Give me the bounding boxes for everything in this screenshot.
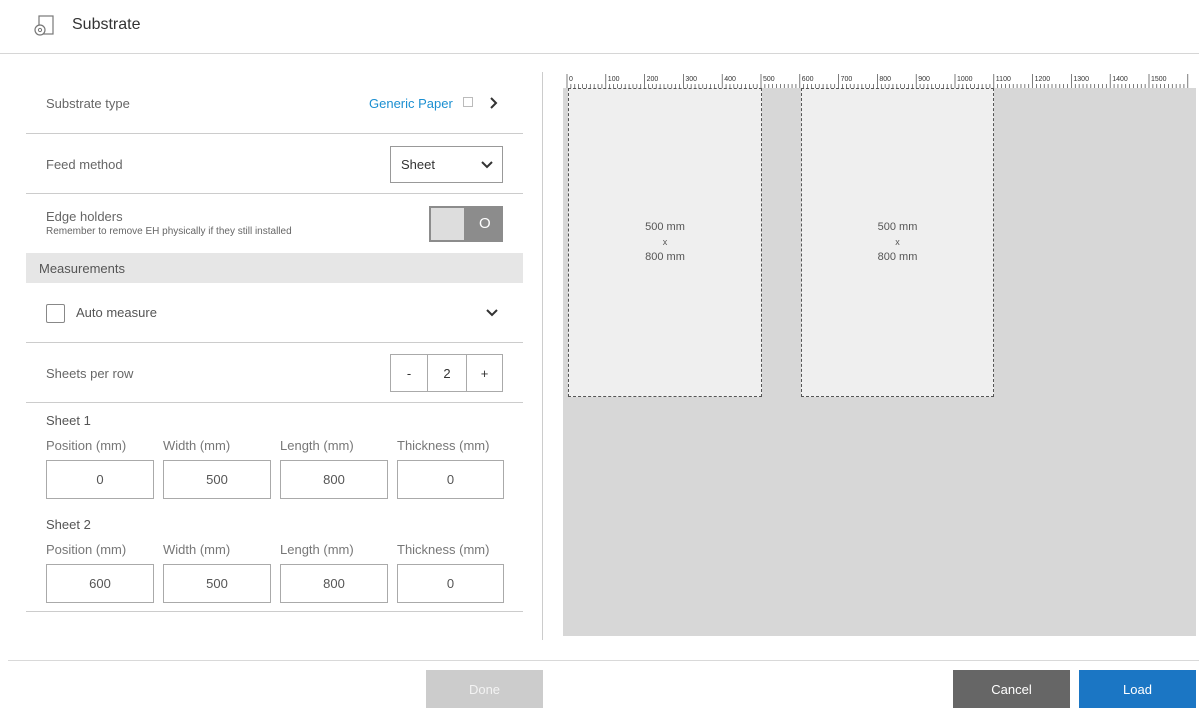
footer-divider	[8, 660, 1199, 661]
decrement-button[interactable]: -	[390, 354, 428, 392]
divider	[26, 611, 523, 612]
column-thickness-label: Thickness (mm)	[397, 438, 490, 453]
auto-measure-checkbox[interactable]	[46, 304, 65, 323]
sheet-2-position-input[interactable]: 600	[46, 564, 154, 603]
ruler-label: 700	[841, 76, 853, 83]
sheet-1-preview: 500 mm x 800 mm	[568, 88, 762, 397]
ruler: 0 100 200 300 400 500 600 700 800 900 1000 1100 1200…	[563, 72, 1196, 88]
ruler-label: 200	[647, 76, 659, 83]
ruler-label: 1200	[1035, 76, 1051, 83]
sheet-1-thickness-input[interactable]: 0	[397, 460, 504, 499]
measurements-section: Measurements	[26, 253, 523, 283]
feed-method-value: Sheet	[401, 157, 435, 172]
column-position-label: Position (mm)	[46, 542, 127, 557]
sheet-1-size-text: 500 mm x 800 mm	[569, 220, 761, 265]
column-position-label: Position (mm)	[46, 438, 127, 453]
measurements-label: Measurements	[39, 261, 125, 276]
sheet-1-length-text: 800 mm	[645, 251, 685, 263]
edge-holders-toggle[interactable]: O	[429, 206, 503, 242]
column-width-label: Width (mm)	[163, 438, 231, 453]
feed-method-select[interactable]: Sheet	[390, 146, 503, 183]
page-title: Substrate	[72, 16, 141, 33]
sheet-2-length-input[interactable]: 800	[280, 564, 388, 603]
ruler-label: 1300	[1073, 76, 1089, 83]
sheet-2-width-text: 500 mm	[877, 221, 918, 233]
column-length-label: Length (mm)	[280, 542, 354, 557]
substrate-type-link[interactable]: Generic Paper	[369, 96, 453, 111]
feed-method-label: Feed method	[46, 157, 123, 172]
sheet-2-title: Sheet 2	[46, 517, 91, 532]
done-button[interactable]: Done	[426, 670, 543, 708]
sheet-2-thickness-input[interactable]: 0	[397, 564, 504, 603]
substrate-type-label: Substrate type	[46, 96, 130, 111]
column-thickness-label: Thickness (mm)	[397, 542, 490, 557]
ruler-label: 400	[724, 76, 736, 83]
header: Substrate	[0, 0, 1199, 54]
increment-button[interactable]: +	[466, 354, 503, 392]
load-button[interactable]: Load	[1079, 670, 1196, 708]
sheet-2-preview: 500 mm x 800 mm	[801, 88, 994, 397]
auto-measure-label: Auto measure	[76, 305, 157, 320]
toggle-knob	[431, 208, 464, 240]
column-width-label: Width (mm)	[163, 542, 231, 557]
sheet-1-length-input[interactable]: 800	[280, 460, 388, 499]
ruler-label: 1400	[1112, 76, 1128, 83]
divider	[26, 402, 523, 403]
sheet-1-width-input[interactable]: 500	[163, 460, 271, 499]
edge-holders-label: Edge holders	[46, 209, 123, 224]
divider	[26, 342, 523, 343]
ruler-label: 300	[685, 76, 697, 83]
ruler-label: 1500	[1151, 76, 1167, 83]
sheet-1-times: x	[662, 237, 668, 247]
ruler-label: 800	[879, 76, 891, 83]
sheet-2-width-input[interactable]: 500	[163, 564, 271, 603]
sheet-2-times: x	[895, 237, 900, 247]
chevron-right-icon[interactable]	[489, 97, 499, 109]
sheet-2-size-text: 500 mm x 800 mm	[802, 220, 993, 265]
ruler-label: 1100	[996, 76, 1011, 83]
substrate-info-icon[interactable]	[463, 97, 473, 107]
chevron-down-icon	[481, 161, 493, 169]
divider	[26, 193, 523, 194]
ruler-label: 1000	[957, 76, 973, 83]
ruler-label: 500	[763, 76, 775, 83]
sheet-1-title: Sheet 1	[46, 413, 91, 428]
substrate-icon	[34, 15, 54, 36]
ruler-label: 600	[802, 76, 814, 83]
edge-holders-hint: Remember to remove EH physically if they…	[46, 226, 292, 237]
cancel-button[interactable]: Cancel	[953, 670, 1070, 708]
panel-separator	[542, 72, 543, 640]
chevron-down-icon[interactable]	[486, 309, 498, 317]
ruler-ticks: 0 100 200 300 400 500 600 700 800 900 1000 1100 1200…	[566, 74, 1189, 88]
sheet-1-width-text: 500 mm	[645, 221, 685, 233]
sheets-per-row-value[interactable]: 2	[427, 354, 467, 392]
divider	[26, 133, 523, 134]
ruler-label: 900	[918, 76, 930, 83]
column-length-label: Length (mm)	[280, 438, 354, 453]
sheets-per-row-label: Sheets per row	[46, 366, 134, 381]
ruler-label: 0	[569, 76, 573, 83]
ruler-label: 100	[608, 76, 620, 83]
sheet-1-position-input[interactable]: 0	[46, 460, 154, 499]
toggle-state-text: O	[479, 215, 491, 232]
sheet-2-length-text: 800 mm	[877, 251, 918, 263]
